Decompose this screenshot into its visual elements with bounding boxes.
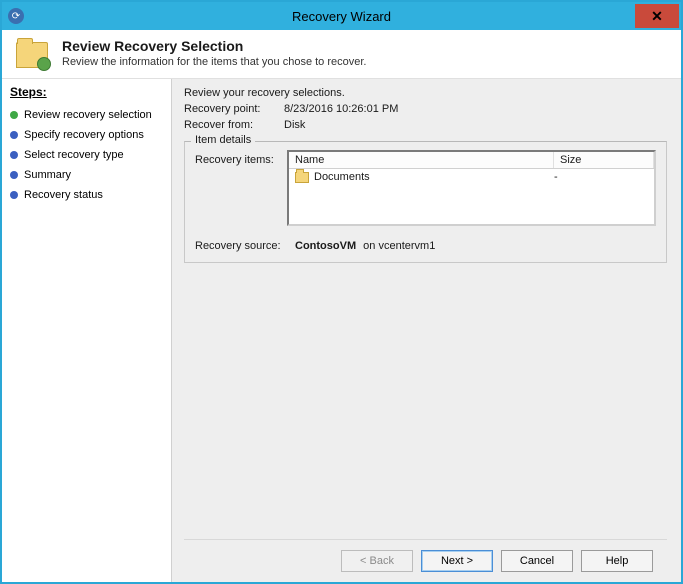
wizard-header: Review Recovery Selection Review the inf… [2,30,681,79]
next-button[interactable]: Next > [421,550,493,572]
wizard-footer: < Back Next > Cancel Help [184,539,667,582]
titlebar: ⟳ Recovery Wizard ✕ [2,2,681,30]
page-subtitle: Review the information for the items tha… [62,56,366,68]
recovery-items-list[interactable]: Name Size Documents - [287,150,656,226]
item-name: Documents [314,171,554,183]
back-button[interactable]: < Back [341,550,413,572]
folder-recover-icon [16,42,48,68]
wizard-main: Review your recovery selections. Recover… [172,79,681,582]
recovery-point-value: 8/23/2016 10:26:01 PM [284,103,398,115]
item-details-group: Item details Recovery items: Name Size D… [184,141,667,263]
column-size[interactable]: Size [554,152,654,168]
step-label: Review recovery selection [24,109,152,121]
recovery-source-name: ContosoVM [295,240,356,252]
recovery-items-label: Recovery items: [195,150,287,166]
step-review-recovery-selection[interactable]: Review recovery selection [10,105,163,125]
wizard-body: Steps: Review recovery selection Specify… [2,79,681,582]
step-select-recovery-type[interactable]: Select recovery type [10,145,163,165]
step-label: Recovery status [24,189,103,201]
folder-icon [295,172,309,183]
column-name[interactable]: Name [289,152,554,168]
step-summary[interactable]: Summary [10,165,163,185]
step-label: Specify recovery options [24,129,144,141]
step-bullet-icon [10,111,18,119]
recovery-source-value: ContosoVM on vcentervm1 [295,240,435,252]
item-size: - [554,171,648,183]
app-icon: ⟳ [8,8,24,24]
recovery-source-label: Recovery source: [195,240,295,252]
list-item[interactable]: Documents - [289,169,654,185]
step-recovery-status[interactable]: Recovery status [10,185,163,205]
recover-from-value: Disk [284,119,305,131]
recovery-wizard-window: ⟳ Recovery Wizard ✕ Review Recovery Sele… [0,0,683,584]
close-button[interactable]: ✕ [635,4,679,28]
steps-heading: Steps: [10,85,163,99]
step-bullet-icon [10,191,18,199]
recovery-point-label: Recovery point: [184,103,284,115]
cancel-button[interactable]: Cancel [501,550,573,572]
window-title: Recovery Wizard [2,9,681,24]
item-details-legend: Item details [191,134,255,146]
recover-from-label: Recover from: [184,119,284,131]
step-specify-recovery-options[interactable]: Specify recovery options [10,125,163,145]
recovery-source-host: on vcentervm1 [363,240,435,252]
steps-sidebar: Steps: Review recovery selection Specify… [2,79,172,582]
step-bullet-icon [10,171,18,179]
page-title: Review Recovery Selection [62,38,366,54]
step-bullet-icon [10,131,18,139]
help-button[interactable]: Help [581,550,653,572]
step-label: Summary [24,169,71,181]
review-intro: Review your recovery selections. [184,87,345,99]
step-bullet-icon [10,151,18,159]
step-label: Select recovery type [24,149,124,161]
list-header: Name Size [289,152,654,169]
